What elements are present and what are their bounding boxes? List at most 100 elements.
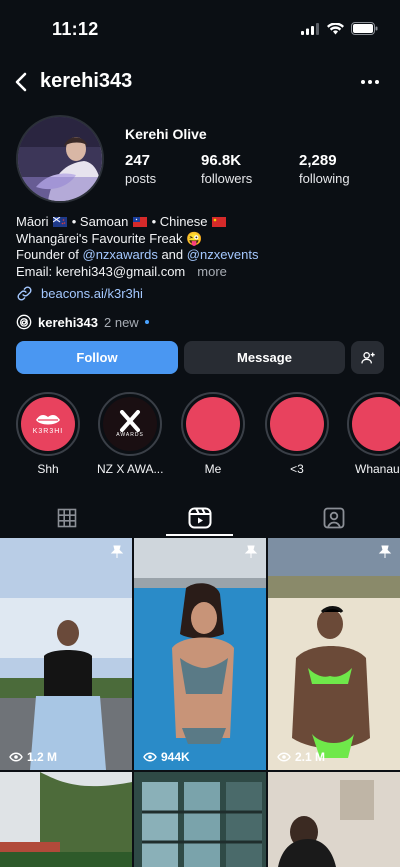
threads-badge[interactable]: kerehi343 2 new [16,313,149,331]
stat-followers[interactable]: 96.8K followers [201,152,252,186]
highlight-me[interactable]: Me [180,392,246,476]
bio-email: Email: kerehi343@gmail.com [16,263,186,279]
bio-line-tagline: Whangārei's Favourite Freak 😜 [16,230,203,246]
view-count-text: 1.2 M [27,750,58,764]
highlight-label: <3 [290,462,304,476]
bio-line-email: Email: kerehi343@gmail.com more [16,264,386,281]
highlight-ring: K3R3HI [16,392,80,456]
add-person-icon [360,351,375,363]
content-tabs [0,498,400,538]
highlight-cover: AWARDS [103,397,157,451]
bio: Māori • Samoan • Chinese Whangārei's Fav… [16,214,386,280]
highlight-heart[interactable]: <3 [264,392,330,476]
view-count-text: 2.1 M [295,750,326,764]
threads-handle: kerehi343 [38,314,98,330]
header-username: kerehi343 [40,70,133,92]
tab-grid[interactable] [0,498,133,538]
back-arrow-icon[interactable] [10,70,34,94]
stat-value: 247 [125,152,151,169]
tab-tagged[interactable] [267,498,400,538]
tagged-icon [323,507,344,529]
highlight-ring [265,392,329,456]
reel-thumbnail[interactable] [268,772,400,867]
status-bar: 11:12 [0,0,400,58]
highlight-label: Me [204,462,222,476]
reel-thumbnail[interactable]: 944K [134,538,266,770]
reel-thumbnail-image [268,538,400,770]
bio-more-button[interactable]: more [197,264,227,279]
link-icon [17,286,32,301]
pin-icon [378,545,392,558]
message-button[interactable]: Message [184,341,345,374]
profile-screen: 11:12 kerehi343 Kerehi Olive 247 posts 9… [0,0,400,867]
bio-text: Founder of [16,247,83,262]
reel-thumbnail-image [268,772,400,867]
bio-text: • Chinese [151,214,208,229]
bio-text: and [157,247,187,262]
view-count: 944K [143,750,190,764]
highlight-badge-text: AWARDS [116,432,144,438]
highlight-label: NZ X AWA... [97,462,163,476]
stat-value: 2,289 [299,152,337,169]
reels-icon [188,507,211,529]
pin-icon [244,545,258,558]
follow-button[interactable]: Follow [16,341,178,374]
bio-text: Māori [16,214,49,229]
status-icons [301,22,378,35]
highlight-ring: AWARDS [98,392,162,456]
reel-thumbnail-image [134,772,266,867]
grid-icon [57,508,76,528]
highlight-whanau[interactable]: Whanau [347,392,400,476]
highlight-nzx-awards[interactable]: AWARDS NZ X AWA... [97,392,163,476]
profile-header: kerehi343 [0,62,400,102]
mention-nzxevents[interactable]: @nzxevents [187,247,259,262]
highlight-ring [347,392,400,456]
reel-thumbnail[interactable]: 2.1 M [268,538,400,770]
threads-new-count: 2 new [104,314,139,330]
highlight-cover [186,397,240,451]
stat-label: followers [201,171,253,186]
external-link[interactable]: beacons.ai/k3r3hi [16,285,143,302]
views-icon [9,752,23,762]
pin-icon [110,545,124,558]
x-logo-icon [120,410,140,432]
suggest-users-button[interactable] [351,341,384,374]
tab-reels[interactable] [133,498,266,538]
bio-line-founder: Founder of @nzxawards and @nzxevents [16,247,386,264]
reel-thumbnail-image [0,772,132,867]
threads-icon [16,314,32,330]
highlight-ring [181,392,245,456]
stat-label: following [299,171,350,186]
reel-thumbnail-image [0,538,132,770]
bio-line-heritage: Māori • Samoan • Chinese [16,214,386,231]
profile-avatar[interactable] [16,115,104,203]
mention-nzxawards[interactable]: @nzxawards [83,247,158,262]
more-options-icon[interactable] [358,70,382,94]
highlight-cover: K3R3HI [21,397,75,451]
stat-value: 96.8K [201,152,242,169]
stat-posts[interactable]: 247 posts [125,152,156,186]
bio-text: • Samoan [71,214,129,229]
reel-thumbnail-image [134,538,266,770]
lips-icon [36,415,60,425]
highlight-badge-text: K3R3HI [32,428,64,435]
highlight-shh[interactable]: K3R3HI Shh [15,392,81,476]
display-name: Kerehi Olive [125,126,207,142]
stat-label: posts [125,171,157,186]
reel-thumbnail[interactable]: 1.2 M [0,538,132,770]
battery-icon [351,22,378,35]
status-time: 11:12 [52,19,99,39]
highlight-cover [270,397,324,451]
stat-following[interactable]: 2,289 following [299,152,350,186]
external-link-text: beacons.ai/k3r3hi [41,286,143,301]
reel-thumbnail[interactable] [134,772,266,867]
china-flag-icon [212,217,227,227]
samoa-flag-icon [132,217,147,227]
reels-grid: 1.2 M 944K 2.1 M [0,538,400,867]
highlight-label: Shh [37,462,59,476]
views-icon [277,752,291,762]
reel-thumbnail[interactable] [0,772,132,867]
highlight-cover [352,397,400,451]
views-icon [143,752,157,762]
view-count-text: 944K [161,750,190,764]
